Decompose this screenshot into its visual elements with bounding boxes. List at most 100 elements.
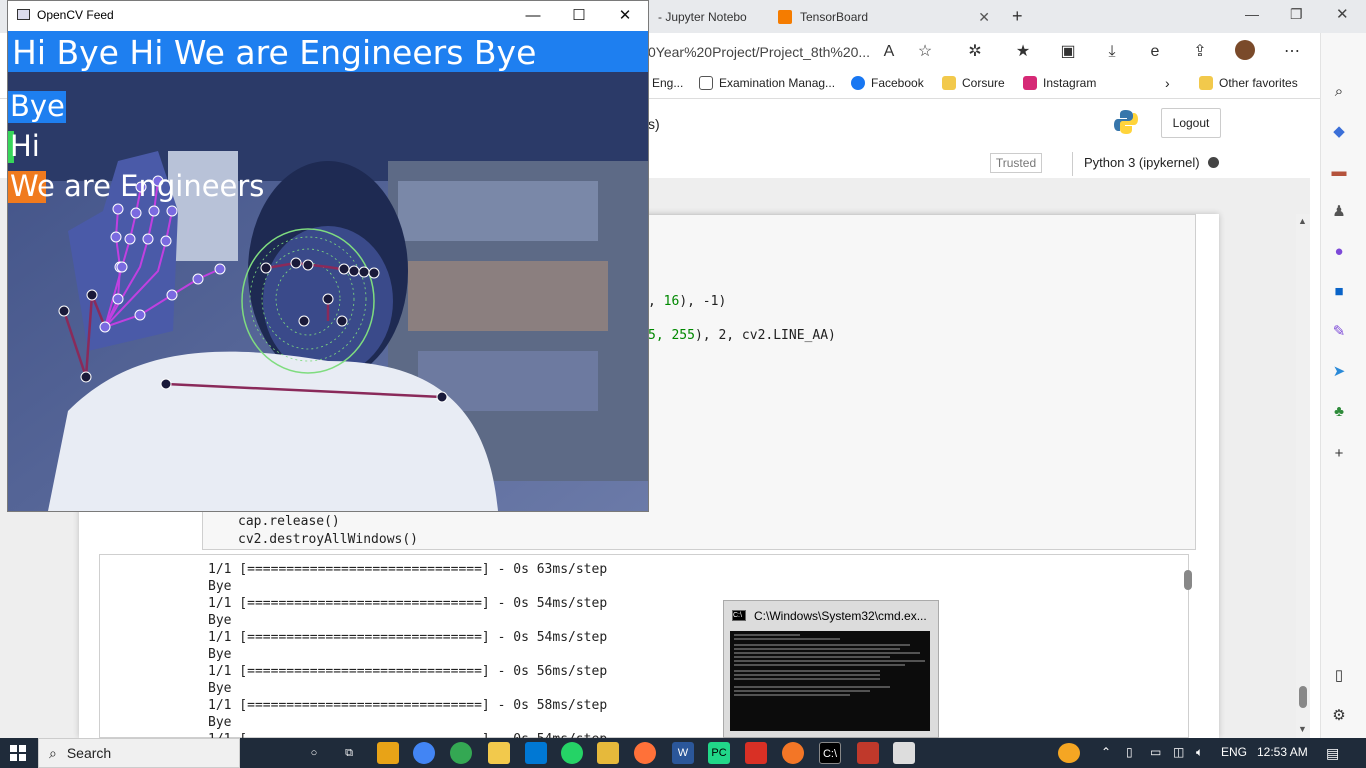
read-aloud-icon[interactable]: A (876, 40, 902, 64)
cortana-icon[interactable]: ○ (303, 742, 325, 764)
notebook-title[interactable]: s) (648, 116, 660, 132)
new-tab-button[interactable]: + (1012, 6, 1023, 27)
taskbar-search[interactable]: ⌕ Search (38, 738, 240, 768)
explorer-app-icon[interactable] (377, 742, 399, 764)
battery-icon[interactable]: ▭ (1150, 745, 1161, 759)
output-line: Bye (208, 681, 232, 696)
volume-icon[interactable]: 🔈︎ (1196, 745, 1203, 760)
profile-avatar[interactable] (1232, 40, 1258, 64)
restore-icon[interactable]: ❐ (1290, 6, 1303, 23)
app-taskbar-icon[interactable] (857, 742, 879, 764)
windows-start-icon[interactable] (10, 745, 26, 761)
fav-item-corsure[interactable]: Corsure (942, 76, 1005, 90)
fav-label: Other favorites (1219, 76, 1298, 90)
close-tab-icon[interactable]: ✕ (978, 9, 990, 26)
send-icon[interactable]: ➤ (1329, 362, 1349, 382)
chrome-icon[interactable] (413, 742, 435, 764)
device-icon[interactable]: ▯ (1126, 745, 1133, 759)
fav-item-eng[interactable]: Eng... (652, 76, 683, 90)
search-label: Search (66, 745, 112, 761)
sidebar-toggle-icon[interactable]: ▯ (1329, 666, 1349, 686)
notification-icon[interactable]: ▤ (1326, 745, 1339, 762)
scroll-up-icon[interactable]: ▲ (1298, 216, 1307, 226)
scrollbar-thumb[interactable] (1299, 686, 1307, 708)
downloads-icon[interactable]: ⤓ (1099, 40, 1125, 64)
maximize-button[interactable]: ☐ (556, 4, 602, 28)
fav-item-instagram[interactable]: Instagram (1023, 76, 1096, 90)
fav-item-examination[interactable]: Examination Manag... (699, 76, 835, 90)
designer-icon[interactable]: ✎ (1329, 322, 1349, 342)
address-bar[interactable]: 0Year%20Project/Project_8th%20... (648, 38, 948, 66)
task-view-icon[interactable]: ⧉ (338, 742, 360, 764)
python-logo-icon (1112, 108, 1140, 136)
tab-label: TensorBoard (800, 10, 869, 24)
webcam-feed: Hi Bye Hi We are Engineers Bye Bye Hi We… (8, 31, 648, 511)
output-line: 1/1 [==============================] - 0… (208, 630, 608, 645)
facebook-icon (851, 76, 865, 90)
add-favorite-icon[interactable]: ☆ (912, 40, 938, 64)
whatsapp-icon[interactable] (561, 742, 583, 764)
favorites-icon[interactable]: ★ (1010, 40, 1036, 64)
chevron-up-icon[interactable]: ⌃ (1101, 745, 1111, 759)
share-icon[interactable]: ⇪ (1187, 40, 1213, 64)
notepad-icon[interactable] (893, 742, 915, 764)
minimize-icon[interactable]: — (1245, 6, 1259, 22)
chevron-right-icon[interactable]: › (1165, 75, 1170, 91)
outlook-icon[interactable]: ■ (1329, 282, 1349, 302)
pycharm-icon[interactable]: PC (708, 742, 730, 764)
add-icon[interactable]: + (1329, 444, 1349, 464)
ie-mode-icon[interactable]: e (1142, 40, 1168, 64)
acrobat-icon[interactable] (745, 742, 767, 764)
prediction-label-hi: Hi (10, 129, 40, 163)
code-line: cap.release() (238, 514, 340, 529)
logout-button[interactable]: Logout (1161, 108, 1221, 138)
tools-icon[interactable]: ▬ (1329, 162, 1349, 182)
clock[interactable]: 12:53 AM (1257, 745, 1308, 759)
fav-label: Instagram (1043, 76, 1097, 90)
code-line: 5, 255), 2, cv2.LINE_AA) (648, 328, 836, 343)
fav-item-other[interactable]: Other favorites (1199, 76, 1298, 90)
output-line: Bye (208, 715, 232, 730)
search-icon[interactable]: ⌕ (1329, 82, 1349, 102)
prediction-label-bye: Bye (10, 89, 65, 123)
weather-icon[interactable] (1058, 743, 1080, 763)
output-line: 1/1 [==============================] - 0… (208, 596, 608, 611)
scroll-down-icon[interactable]: ▼ (1298, 724, 1307, 734)
games-icon[interactable]: ♟ (1329, 202, 1349, 222)
minimize-button[interactable]: — (510, 4, 556, 28)
firefox-icon[interactable] (634, 742, 656, 764)
file-explorer-icon[interactable] (488, 742, 510, 764)
prediction-label-engineers: We are Engineers (10, 169, 265, 203)
close-button[interactable]: ✕ (602, 4, 648, 28)
tree-icon[interactable]: ♣ (1329, 402, 1349, 422)
office-icon[interactable]: ● (1329, 242, 1349, 262)
mail-icon[interactable] (525, 742, 547, 764)
page-scrollbar[interactable] (1296, 214, 1310, 738)
folder-taskbar-icon[interactable] (597, 742, 619, 764)
language-indicator[interactable]: ENG (1221, 745, 1247, 759)
extensions-icon[interactable]: ✲ (962, 40, 988, 64)
output-scrollbar[interactable] (1184, 570, 1192, 590)
network-icon[interactable]: ◫ (1173, 745, 1184, 759)
folder-icon (942, 76, 956, 90)
collections-icon[interactable]: ▣ (1055, 40, 1081, 64)
fav-label: Facebook (871, 76, 924, 90)
output-line: Bye (208, 579, 232, 594)
jupyter-icon[interactable] (782, 742, 804, 764)
more-menu-icon[interactable]: ⋯ (1279, 40, 1305, 64)
kernel-name[interactable]: Python 3 (ipykernel) (1084, 155, 1200, 170)
trusted-badge[interactable]: Trusted (990, 153, 1042, 173)
kernel-status-indicator (1208, 157, 1219, 168)
settings-icon[interactable]: ⚙ (1329, 706, 1349, 726)
cmd-console (730, 631, 930, 731)
shopping-icon[interactable]: ◆ (1329, 122, 1349, 142)
close-browser-icon[interactable]: ✕ (1336, 5, 1349, 23)
cmd-icon: C:\ (732, 610, 746, 621)
tab-tensorboard[interactable]: TensorBoard ✕ (768, 2, 1000, 32)
fav-item-facebook[interactable]: Facebook (851, 76, 924, 90)
tab-jupyter[interactable]: - Jupyter Notebo (648, 2, 766, 32)
cmd-taskbar-icon[interactable]: C:\ (819, 742, 841, 764)
output-line: Bye (208, 647, 232, 662)
chrome-profile-icon[interactable] (450, 742, 472, 764)
word-icon[interactable]: W (672, 742, 694, 764)
